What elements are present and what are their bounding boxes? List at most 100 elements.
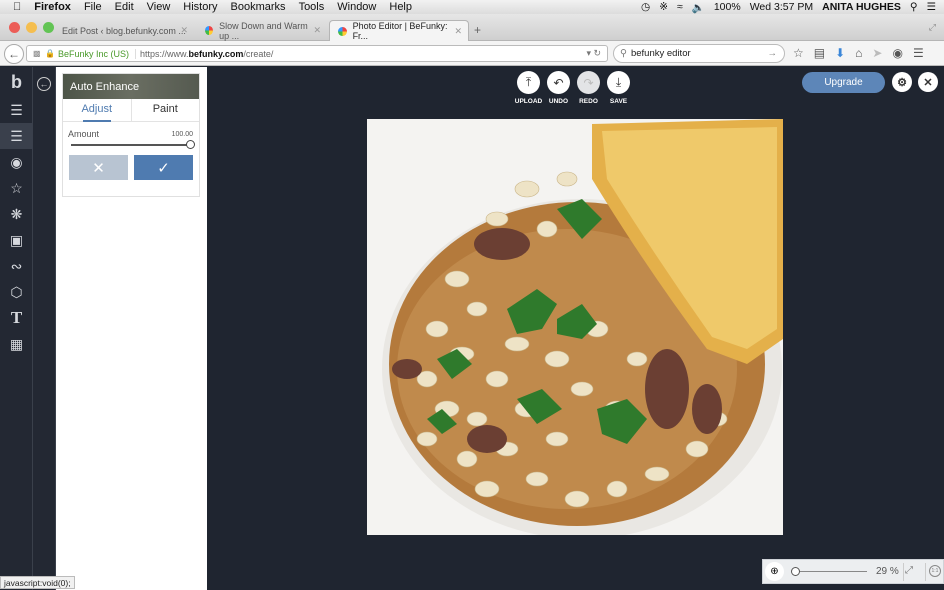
url-path: /create/ — [243, 48, 274, 59]
food-photo — [367, 119, 783, 535]
search-input[interactable]: ⚲ befunky editor → — [613, 44, 785, 63]
tab-title: Edit Post ‹ blog.befunky.com ... — [62, 25, 186, 36]
menu-file[interactable]: File — [84, 1, 102, 13]
redo-icon: ↷ — [577, 71, 600, 94]
undo-button[interactable]: ↶ UNDO — [547, 71, 570, 105]
amount-slider-group: Amount 100.00 — [63, 122, 199, 150]
reload-icon[interactable]: ▾ ↻ — [586, 48, 601, 59]
url-text[interactable]: https://www.befunky.com/create/ — [135, 48, 274, 59]
url-bar[interactable]: ▩ 🔒 BeFunky Inc (US) https://www.befunky… — [26, 45, 608, 62]
upgrade-button[interactable]: Upgrade — [802, 72, 885, 93]
clock[interactable]: Wed 3:57 PM — [750, 1, 813, 13]
close-window-button[interactable] — [9, 22, 20, 33]
upload-button[interactable]: ⤒ UPLOAD — [515, 71, 542, 105]
share-icon[interactable]: ➤ — [872, 46, 882, 60]
search-icon: ⚲ — [620, 48, 627, 59]
fullscreen-icon[interactable]: ⤢ — [929, 22, 936, 33]
back-arrow-icon[interactable]: ← — [37, 77, 51, 91]
menu-app[interactable]: Firefox — [34, 1, 71, 13]
photo-canvas[interactable] — [367, 119, 783, 535]
upload-icon: ⤒ — [517, 71, 540, 94]
menu-icon[interactable]: ☰ — [913, 46, 924, 60]
amount-slider-track[interactable] — [71, 144, 191, 146]
redo-button[interactable]: ↷ REDO — [577, 71, 600, 105]
shape-icon[interactable]: ⬡ — [0, 279, 33, 305]
zoom-window-button[interactable] — [43, 22, 54, 33]
search-go-icon[interactable]: → — [768, 48, 778, 59]
apple-icon[interactable]:  — [13, 1, 21, 13]
spotlight-icon[interactable]: ⚲ — [910, 1, 918, 13]
tab-bar: Edit Post ‹ blog.befunky.com ... ✕ Slow … — [0, 14, 944, 41]
site-identity[interactable]: BeFunky Inc (US) — [58, 49, 129, 59]
editor-toolbar: ⤒ UPLOAD ↶ UNDO ↷ REDO ⤓ SAVE — [515, 71, 630, 105]
search-value: befunky editor — [630, 48, 691, 59]
tab-adjust[interactable]: Adjust — [63, 99, 132, 122]
url-domain: befunky.com — [188, 48, 244, 59]
battery-text[interactable]: 100% — [714, 1, 741, 13]
divider — [925, 563, 926, 581]
window-controls — [9, 22, 54, 33]
reading-list-icon[interactable]: ▤ — [814, 46, 825, 60]
textures-icon[interactable]: ▦ — [0, 331, 33, 357]
menu-bookmarks[interactable]: Bookmarks — [231, 1, 286, 13]
text-icon[interactable]: T — [0, 305, 33, 331]
close-editor-icon[interactable]: ✕ — [918, 72, 938, 92]
divider — [903, 563, 904, 581]
save-button[interactable]: ⤓ SAVE — [607, 71, 630, 105]
tool-panel: Auto Enhance Adjust Paint Amount 100.00 … — [56, 67, 207, 590]
status-bar: javascript:void(0); — [0, 576, 75, 589]
minimize-window-button[interactable] — [26, 22, 37, 33]
chat-icon[interactable]: ◉ — [892, 46, 902, 60]
menu-view[interactable]: View — [147, 1, 171, 13]
menu-window[interactable]: Window — [337, 1, 376, 13]
back-button[interactable]: ← — [4, 44, 24, 64]
eye-icon[interactable]: ◉ — [0, 149, 33, 175]
zoom-in-icon[interactable]: ⊕ — [765, 562, 784, 581]
user-name[interactable]: ANITA HUGHES — [822, 1, 901, 13]
time-machine-icon[interactable]: ◷ — [641, 1, 650, 13]
os-menubar:  Firefox File Edit View History Bookmar… — [0, 0, 944, 14]
panel-title: Auto Enhance — [63, 74, 199, 99]
tab-paint[interactable]: Paint — [132, 99, 200, 121]
identity-icon[interactable]: ▩ — [33, 49, 41, 58]
menu-help[interactable]: Help — [389, 1, 412, 13]
fit-to-screen-icon[interactable]: ⤢ — [905, 565, 913, 576]
close-tab-icon[interactable]: ✕ — [180, 25, 188, 36]
bookmark-star-icon[interactable]: ☆ — [793, 46, 804, 60]
menu-history[interactable]: History — [183, 1, 217, 13]
actual-size-icon[interactable]: 1:1 — [929, 565, 941, 577]
apply-button[interactable]: ✓ — [134, 155, 193, 180]
befunky-logo-icon[interactable]: b — [0, 67, 33, 97]
volume-icon[interactable]: 🔈 — [692, 1, 705, 14]
bluetooth-icon[interactable]: ※ — [659, 1, 668, 13]
home-icon[interactable]: ⌂ — [855, 46, 862, 60]
amount-slider-handle[interactable] — [186, 140, 195, 149]
new-tab-button[interactable]: + — [474, 23, 481, 37]
zoom-percent: 29 % — [876, 566, 899, 577]
frames-icon[interactable]: ▣ — [0, 227, 33, 253]
mustache-icon[interactable]: ∾ — [0, 253, 33, 279]
menu-edit[interactable]: Edit — [115, 1, 134, 13]
notification-icon[interactable]: ☰ — [927, 1, 936, 13]
menu-tools[interactable]: Tools — [299, 1, 325, 13]
artsy-icon[interactable]: ❋ — [0, 201, 33, 227]
save-label: SAVE — [609, 98, 628, 105]
tab-edit-post[interactable]: Edit Post ‹ blog.befunky.com ... ✕ — [54, 20, 194, 41]
lock-icon: 🔒 — [45, 49, 55, 58]
settings-gear-icon[interactable]: ⚙ — [892, 72, 912, 92]
zoom-slider-handle[interactable] — [791, 567, 800, 576]
tab-slow-down[interactable]: Slow Down and Warm up ... ✕ — [197, 20, 327, 41]
auto-enhance-card: Auto Enhance Adjust Paint Amount 100.00 … — [62, 73, 200, 197]
star-icon[interactable]: ☆ — [0, 175, 33, 201]
wifi-icon[interactable]: ≈ — [677, 1, 683, 13]
tab-photo-editor[interactable]: Photo Editor | BeFunky: Fr... ✕ — [329, 20, 469, 41]
save-icon: ⤓ — [607, 71, 630, 94]
layers-icon[interactable]: ☰ — [0, 97, 33, 123]
close-tab-icon[interactable]: ✕ — [454, 26, 462, 37]
cancel-button[interactable]: ✕ — [69, 155, 128, 180]
amount-value: 100.00 — [171, 131, 193, 138]
downloads-icon[interactable]: ⬇ — [835, 46, 845, 60]
edit-sliders-icon[interactable]: ☰ — [0, 123, 33, 149]
close-tab-icon[interactable]: ✕ — [313, 25, 321, 36]
zoom-slider-track[interactable] — [795, 571, 867, 572]
